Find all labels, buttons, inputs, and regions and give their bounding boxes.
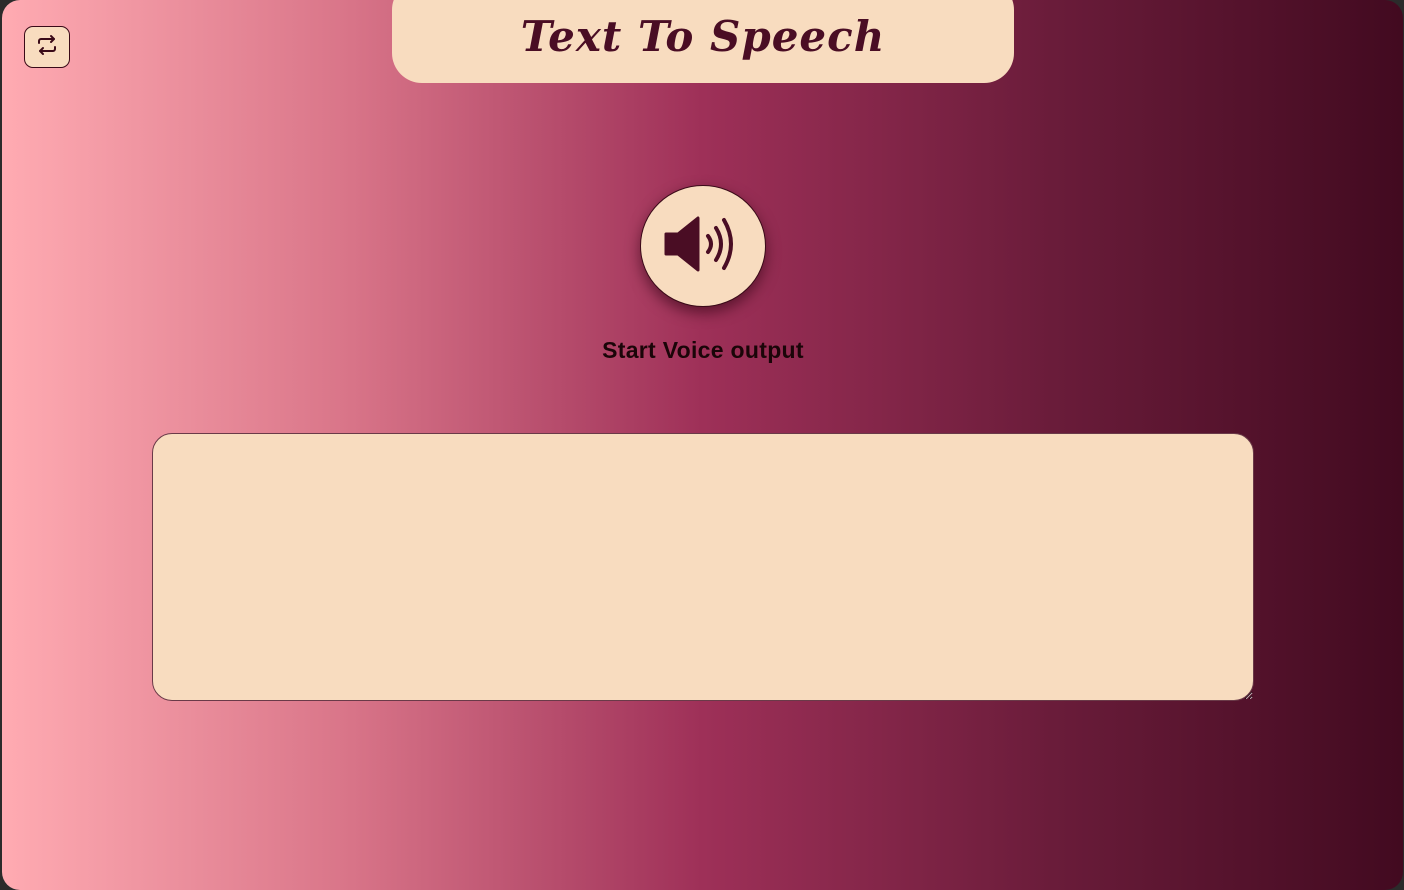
swap-arrows-icon <box>35 33 59 62</box>
speaker-volume-icon <box>664 214 742 279</box>
text-input[interactable] <box>152 433 1254 701</box>
title-banner: Text To Speech <box>392 0 1014 83</box>
speak-button[interactable] <box>640 185 766 307</box>
app-window: Text To Speech Start Voice output <box>2 0 1403 890</box>
app-title: Text To Speech <box>520 12 886 61</box>
swap-button[interactable] <box>24 26 70 68</box>
start-voice-label: Start Voice output <box>602 337 804 363</box>
